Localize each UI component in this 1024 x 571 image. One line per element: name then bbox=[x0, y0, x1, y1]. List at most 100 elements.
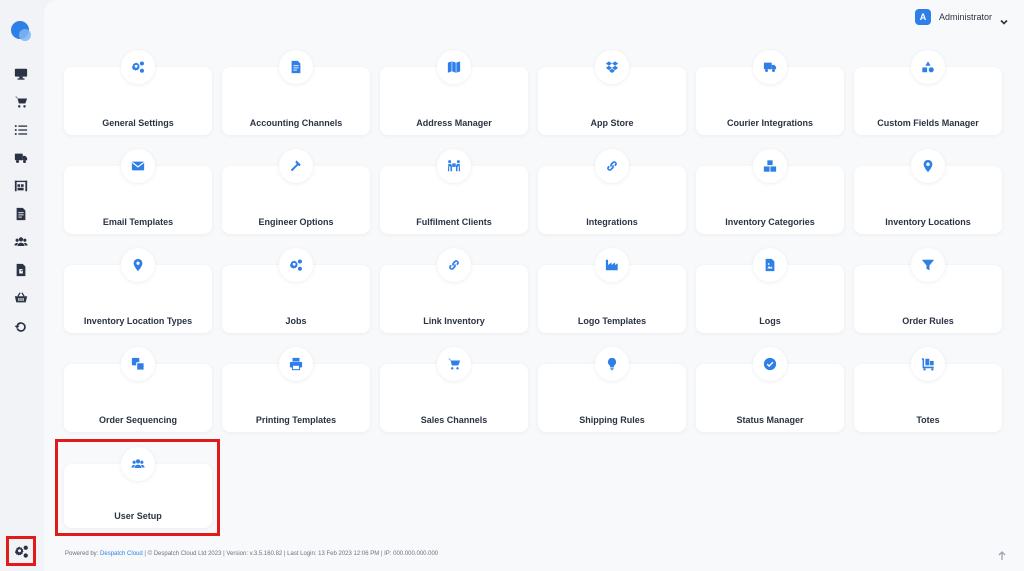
list-icon bbox=[14, 125, 28, 135]
sidebar-item-truck[interactable] bbox=[12, 149, 30, 167]
sidebar-item-document[interactable] bbox=[12, 205, 30, 223]
settings-nav-button[interactable] bbox=[6, 536, 36, 566]
truck-icon bbox=[14, 153, 28, 163]
sidebar-item-undo[interactable] bbox=[12, 318, 30, 336]
card-label: Order Sequencing bbox=[98, 415, 178, 425]
footer: Powered by: Despatch Cloud | © Despatch … bbox=[65, 551, 438, 557]
settings-card[interactable]: Printing Templates bbox=[222, 347, 370, 432]
settings-grid: General Settings Accounting Channels Addre… bbox=[64, 50, 1002, 432]
card-label: Logo Templates bbox=[577, 316, 647, 326]
settings-card[interactable]: Custom Fields Manager bbox=[854, 50, 1002, 135]
settings-card[interactable]: Jobs bbox=[222, 248, 370, 333]
arrow-up-icon[interactable] bbox=[997, 548, 1007, 560]
footer-text: | © Despatch Cloud Ltd 2023 | Version: v… bbox=[142, 551, 439, 557]
card-label: Totes bbox=[916, 415, 940, 425]
card-label: Courier Integrations bbox=[726, 118, 813, 128]
sidebar-item-warehouse[interactable] bbox=[12, 177, 30, 195]
boxes-icon bbox=[753, 149, 787, 183]
sidebar-item-list[interactable] bbox=[12, 121, 30, 139]
user-setup-card[interactable]: User Setup bbox=[64, 447, 212, 528]
sidebar-item-cart[interactable] bbox=[12, 93, 30, 111]
sidebar bbox=[0, 0, 42, 571]
sidebar-item-basket[interactable] bbox=[12, 289, 30, 307]
settings-card[interactable]: Engineer Options bbox=[222, 149, 370, 234]
print-icon bbox=[279, 347, 313, 381]
map-icon bbox=[437, 50, 471, 84]
cogs-icon bbox=[14, 545, 28, 558]
card-label: Link Inventory bbox=[423, 316, 485, 326]
avatar: A bbox=[914, 9, 931, 25]
settings-card[interactable]: Inventory Locations bbox=[854, 149, 1002, 234]
settings-card[interactable]: Logo Templates bbox=[538, 248, 686, 333]
industry-icon bbox=[595, 248, 629, 282]
card-label: Status Manager bbox=[736, 415, 804, 425]
settings-card[interactable]: Courier Integrations bbox=[696, 50, 844, 135]
document-icon bbox=[279, 50, 313, 84]
settings-card[interactable]: Address Manager bbox=[380, 50, 528, 135]
envelope-icon bbox=[121, 149, 155, 183]
sidebar-item-file-invoice[interactable] bbox=[12, 261, 30, 279]
warehouse-icon bbox=[14, 180, 28, 192]
chevron-down-icon bbox=[1000, 13, 1008, 25]
card-label: General Settings bbox=[102, 118, 174, 128]
settings-card[interactable]: Inventory Categories bbox=[696, 149, 844, 234]
settings-card[interactable]: Order Rules bbox=[854, 248, 1002, 333]
settings-card[interactable]: Fulfilment Clients bbox=[380, 149, 528, 234]
settings-card[interactable]: App Store bbox=[538, 50, 686, 135]
truck-icon bbox=[753, 50, 787, 84]
footer-prefix: Powered by: bbox=[65, 551, 101, 557]
dropbox-icon bbox=[595, 50, 629, 84]
settings-card[interactable]: Sales Channels bbox=[380, 347, 528, 432]
card-label: Inventory Categories bbox=[725, 217, 815, 227]
card-label: Fulfilment Clients bbox=[416, 217, 492, 227]
card-label: Custom Fields Manager bbox=[877, 118, 979, 128]
card-label: Email Templates bbox=[102, 217, 174, 227]
users-icon bbox=[121, 447, 155, 481]
cogs-icon bbox=[121, 50, 155, 84]
settings-card[interactable]: Accounting Channels bbox=[222, 50, 370, 135]
card-label: App Store bbox=[590, 118, 634, 128]
shapes-icon bbox=[911, 50, 945, 84]
settings-card[interactable]: Inventory Location Types bbox=[64, 248, 212, 333]
desktop-icon bbox=[14, 68, 28, 80]
settings-card[interactable]: Logs bbox=[696, 248, 844, 333]
despatch-cloud-logo[interactable] bbox=[11, 21, 33, 43]
sidebar-item-users[interactable] bbox=[12, 233, 30, 251]
card-label: Shipping Rules bbox=[579, 415, 645, 425]
clone-icon bbox=[121, 347, 155, 381]
settings-card[interactable]: Email Templates bbox=[64, 149, 212, 234]
undo-icon bbox=[14, 322, 26, 332]
users-icon bbox=[14, 237, 28, 246]
settings-card[interactable]: Status Manager bbox=[696, 347, 844, 432]
card-label: Accounting Channels bbox=[249, 118, 343, 128]
card-label: Printing Templates bbox=[255, 415, 337, 425]
user-name: Administrator bbox=[938, 12, 992, 22]
cart-icon bbox=[437, 347, 471, 381]
settings-card[interactable]: Link Inventory bbox=[380, 248, 528, 333]
settings-card[interactable]: Order Sequencing bbox=[64, 347, 212, 432]
footer-link[interactable]: Despatch Cloud bbox=[100, 551, 143, 557]
link-icon bbox=[437, 248, 471, 282]
check-circle-icon bbox=[753, 347, 787, 381]
settings-card[interactable]: General Settings bbox=[64, 50, 212, 135]
card-label: Sales Channels bbox=[420, 415, 488, 425]
settings-card[interactable]: Totes bbox=[854, 347, 1002, 432]
file-invoice-icon bbox=[16, 263, 26, 277]
dolly-icon bbox=[911, 347, 945, 381]
card-label: Inventory Location Types bbox=[83, 316, 193, 326]
card-label: User Setup bbox=[114, 511, 162, 521]
card-label: Order Rules bbox=[902, 316, 954, 326]
link-icon bbox=[595, 149, 629, 183]
settings-card[interactable]: Integrations bbox=[538, 149, 686, 234]
user-menu[interactable]: A Administrator bbox=[914, 9, 1008, 25]
filter-icon bbox=[911, 248, 945, 282]
settings-card[interactable]: Shipping Rules bbox=[538, 347, 686, 432]
card-label: Jobs bbox=[285, 316, 307, 326]
card-label: Logs bbox=[759, 316, 781, 326]
sidebar-item-desktop[interactable] bbox=[12, 65, 30, 83]
card-label: Inventory Locations bbox=[885, 217, 971, 227]
people-carry-icon bbox=[437, 149, 471, 183]
card-label: Integrations bbox=[586, 217, 638, 227]
lightbulb-icon bbox=[595, 347, 629, 381]
cart-icon bbox=[14, 96, 28, 108]
